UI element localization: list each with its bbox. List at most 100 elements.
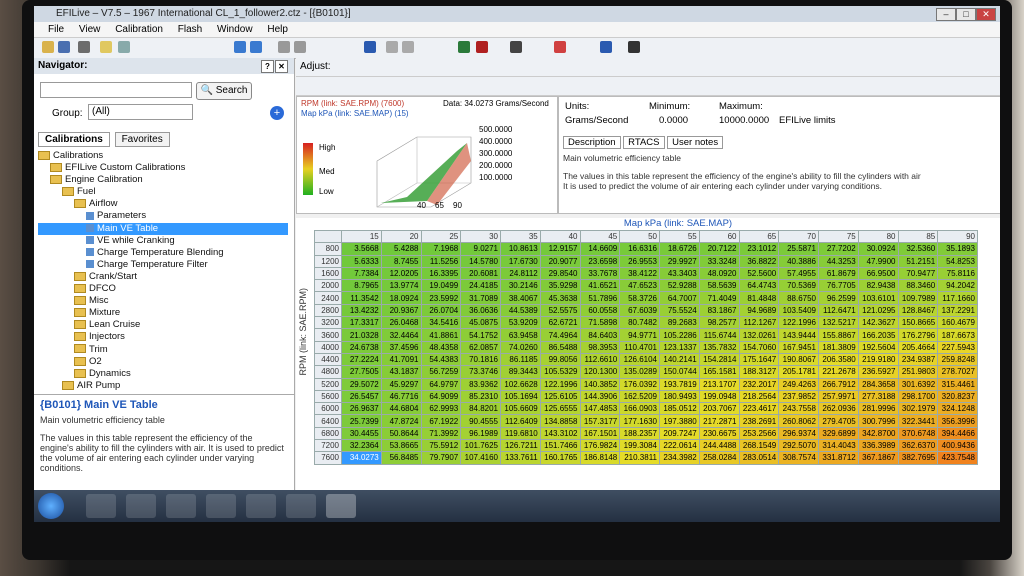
table-cell[interactable]: 176.0392 xyxy=(619,377,660,391)
table-cell[interactable]: 56.7259 xyxy=(420,365,462,379)
table-cell[interactable]: 11.3542 xyxy=(341,291,382,305)
table-cell[interactable]: 115.6744 xyxy=(698,328,740,342)
table-cell[interactable]: 63.9458 xyxy=(500,328,541,342)
table-cell[interactable]: 58.3726 xyxy=(619,291,660,305)
help-icon[interactable]: ? xyxy=(261,60,274,73)
table-cell[interactable]: 278.7027 xyxy=(937,365,978,379)
table-cell[interactable]: 8.7965 xyxy=(341,279,382,293)
tree-item[interactable]: Trim xyxy=(38,344,288,356)
col-header[interactable]: 25 xyxy=(420,229,462,244)
table-cell[interactable]: 423.7548 xyxy=(937,451,978,465)
menu-calibration[interactable]: Calibration xyxy=(115,24,163,35)
table-cell[interactable]: 128.8467 xyxy=(897,303,939,318)
table-cell[interactable]: 75.5912 xyxy=(420,439,462,453)
tree-item[interactable]: VE while Cranking xyxy=(38,235,288,247)
table-cell[interactable]: 175.1647 xyxy=(738,352,780,367)
row-header[interactable]: 4400 xyxy=(314,352,342,367)
table-cell[interactable]: 36.8822 xyxy=(738,254,780,268)
close-navigator-icon[interactable]: ✕ xyxy=(275,60,288,73)
table-cell[interactable]: 81.4848 xyxy=(738,291,780,305)
table-cell[interactable]: 105.6609 xyxy=(500,402,541,416)
table-cell[interactable]: 112.6471 xyxy=(818,303,859,318)
tree-item[interactable]: Misc xyxy=(38,295,288,307)
table-cell[interactable]: 75.8116 xyxy=(937,266,978,281)
table-cell[interactable]: 38.4067 xyxy=(500,291,541,305)
table-cell[interactable]: 400.9436 xyxy=(937,439,978,453)
table-cell[interactable]: 34.0273 xyxy=(341,451,382,465)
table-cell[interactable]: 217.2871 xyxy=(698,414,740,428)
table-cell[interactable]: 23.6598 xyxy=(579,254,621,268)
table-cell[interactable]: 32.4464 xyxy=(380,328,422,342)
table-cell[interactable]: 82.9438 xyxy=(857,279,899,293)
table-cell[interactable]: 199.0948 xyxy=(698,389,740,404)
row-header[interactable]: 6000 xyxy=(314,402,342,416)
table-cell[interactable]: 147.4853 xyxy=(579,402,621,416)
table-cell[interactable]: 237.9852 xyxy=(778,389,819,404)
table-cell[interactable]: 16.3395 xyxy=(420,266,462,281)
taskbar-item-media[interactable] xyxy=(166,494,196,518)
table-cell[interactable]: 51.7896 xyxy=(579,291,621,305)
table-cell[interactable]: 135.0289 xyxy=(619,365,660,379)
table-cell[interactable]: 119.6810 xyxy=(500,426,541,441)
table-cell[interactable]: 151.7466 xyxy=(539,439,581,453)
add-icon[interactable]: + xyxy=(270,106,284,120)
table-cell[interactable]: 26.0704 xyxy=(420,303,462,318)
col-header[interactable]: 15 xyxy=(341,229,382,244)
tab-rtacs[interactable]: RTACS xyxy=(623,136,665,149)
table-cell[interactable]: 126.7211 xyxy=(500,439,541,453)
table-cell[interactable]: 29.5072 xyxy=(341,377,382,391)
table-cell[interactable]: 51.2151 xyxy=(897,254,939,268)
tree-item[interactable]: Mixture xyxy=(38,307,288,319)
table-cell[interactable]: 47.9900 xyxy=(857,254,899,268)
table-cell[interactable]: 315.4461 xyxy=(937,377,978,391)
table-cell[interactable]: 154.7060 xyxy=(738,340,780,354)
table-cell[interactable]: 223.4617 xyxy=(738,402,780,416)
table-cell[interactable]: 52.9288 xyxy=(659,279,700,293)
table-cell[interactable]: 125.6555 xyxy=(539,402,581,416)
table-cell[interactable]: 362.6370 xyxy=(897,439,939,453)
table-cell[interactable]: 227.5943 xyxy=(937,340,978,354)
table-cell[interactable]: 331.8712 xyxy=(818,451,859,465)
table-cell[interactable]: 54.8253 xyxy=(937,254,978,268)
menu-flash[interactable]: Flash xyxy=(178,24,202,35)
table-cell[interactable]: 99.8056 xyxy=(539,352,581,367)
table-cell[interactable]: 79.7907 xyxy=(420,451,462,465)
table-cell[interactable]: 23.5992 xyxy=(420,291,462,305)
table-cell[interactable]: 33.3248 xyxy=(698,254,740,268)
table-cell[interactable]: 205.4664 xyxy=(897,340,939,354)
table-cell[interactable]: 52.5575 xyxy=(539,303,581,318)
table-cell[interactable]: 86.1185 xyxy=(500,352,541,367)
table-cell[interactable]: 34.5416 xyxy=(420,316,462,330)
taskbar-item-app2[interactable] xyxy=(246,494,276,518)
table-cell[interactable]: 296.9374 xyxy=(778,426,819,441)
table-cell[interactable]: 71.5898 xyxy=(579,316,621,330)
table-cell[interactable]: 41.8861 xyxy=(420,328,462,342)
table-cell[interactable]: 88.3460 xyxy=(897,279,939,293)
table-cell[interactable]: 112.6610 xyxy=(579,352,621,367)
row-header[interactable]: 2800 xyxy=(314,303,342,318)
row-header[interactable]: 6800 xyxy=(314,426,342,441)
table-cell[interactable]: 166.2035 xyxy=(857,328,899,342)
row-header[interactable]: 2000 xyxy=(314,279,342,293)
table-cell[interactable]: 26.5457 xyxy=(341,389,382,404)
col-header[interactable]: 20 xyxy=(380,229,422,244)
table-cell[interactable]: 199.3084 xyxy=(619,439,660,453)
table-cell[interactable]: 37.4596 xyxy=(380,340,422,354)
table-cell[interactable]: 27.7202 xyxy=(818,242,859,256)
table-cell[interactable]: 98.3953 xyxy=(579,340,621,354)
table-cell[interactable]: 5.4288 xyxy=(380,242,422,256)
table-cell[interactable]: 298.1700 xyxy=(897,389,939,404)
table-cell[interactable]: 12.0205 xyxy=(380,266,422,281)
table-cell[interactable]: 105.2286 xyxy=(659,328,700,342)
taskbar-item-app[interactable] xyxy=(206,494,236,518)
table-cell[interactable]: 110.4701 xyxy=(619,340,660,354)
table-cell[interactable]: 137.2291 xyxy=(937,303,978,318)
table-cell[interactable]: 101.7625 xyxy=(460,439,501,453)
table-cell[interactable]: 221.2678 xyxy=(818,365,859,379)
table-cell[interactable]: 30.4455 xyxy=(341,426,382,441)
table-cell[interactable]: 41.6521 xyxy=(579,279,621,293)
table-cell[interactable]: 25.7399 xyxy=(341,414,382,428)
table-cell[interactable]: 382.7695 xyxy=(897,451,939,465)
table-cell[interactable]: 61.8679 xyxy=(818,266,859,281)
table-cell[interactable]: 13.4232 xyxy=(341,303,382,318)
